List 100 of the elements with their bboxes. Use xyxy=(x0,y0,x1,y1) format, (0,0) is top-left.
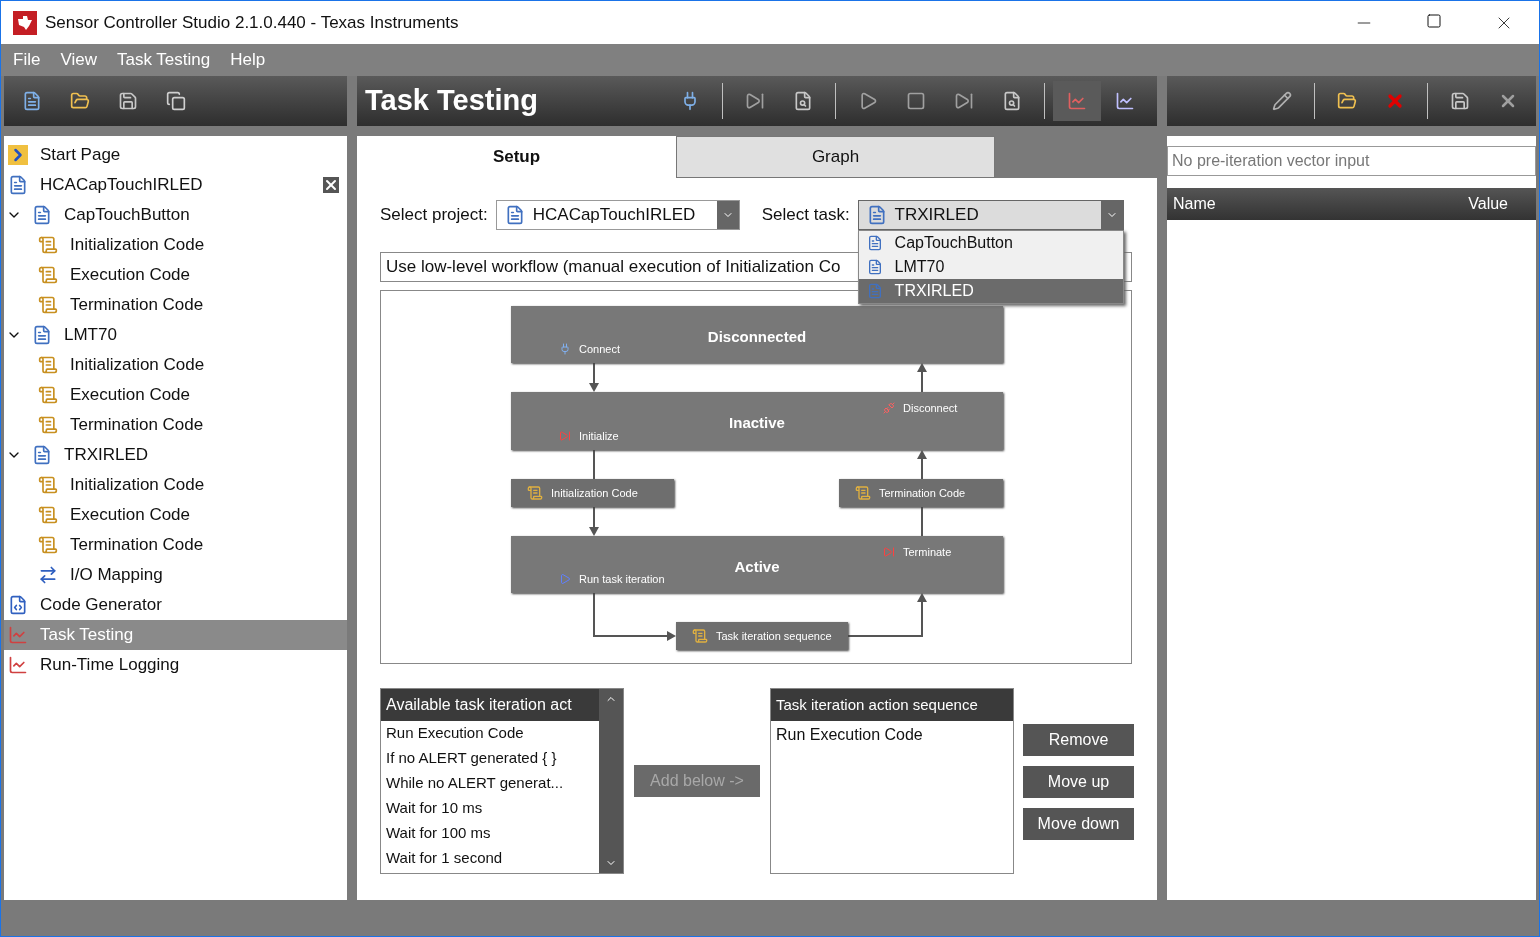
window-title: Sensor Controller Studio 2.1.0.440 - Texas Instruments xyxy=(45,11,459,34)
scroll-icon xyxy=(38,295,58,315)
action-label[interactable]: Run task iteration xyxy=(579,570,665,587)
save-icon[interactable] xyxy=(1450,91,1470,111)
task-dropdown[interactable]: TRXIRLED xyxy=(857,200,1124,230)
step-icon xyxy=(559,429,571,442)
menu-item[interactable]: View xyxy=(60,47,97,73)
tree-item[interactable]: Initialization Code xyxy=(70,352,205,378)
state-title: Disconnected xyxy=(707,327,807,347)
tree-item[interactable]: LMT70 xyxy=(64,322,117,348)
vector-input-field[interactable]: No pre-iteration vector input xyxy=(1167,146,1536,176)
scroll-icon xyxy=(38,505,58,525)
step-icon[interactable] xyxy=(745,91,765,111)
connector-arrow xyxy=(917,363,927,393)
step-icon[interactable] xyxy=(954,91,974,111)
action-label[interactable]: Terminate xyxy=(903,544,952,561)
action-button[interactable]: Move up xyxy=(1023,766,1134,798)
scroll-icon xyxy=(38,535,58,555)
plug-icon xyxy=(559,342,571,355)
edit-icon[interactable] xyxy=(1272,91,1292,111)
dropdown-option[interactable]: CapTouchButton xyxy=(858,231,1123,255)
code-block-label: Termination Code xyxy=(879,485,966,501)
dropdown-option[interactable]: TRXIRLED xyxy=(858,279,1123,303)
document-search-icon[interactable] xyxy=(793,91,813,111)
tree-item[interactable]: Start Page xyxy=(40,142,121,168)
document-icon xyxy=(866,259,883,275)
save-icon[interactable] xyxy=(118,91,138,111)
code-file-icon xyxy=(8,595,28,615)
list-item[interactable]: Wait for 100 ms xyxy=(381,821,599,846)
panel-title: Task Testing xyxy=(365,83,538,119)
tree-item[interactable]: I/O Mapping xyxy=(70,562,163,588)
action-label[interactable]: Connect xyxy=(579,340,620,357)
tree-item[interactable]: Execution Code xyxy=(70,502,191,528)
menu-item[interactable]: File xyxy=(13,47,41,73)
list-item[interactable]: Wait for 10 ms xyxy=(381,796,599,821)
mapping-icon xyxy=(38,565,58,585)
tree-item[interactable]: Initialization Code xyxy=(70,472,205,498)
action-label[interactable]: Initialize xyxy=(579,427,619,444)
document-icon xyxy=(32,205,52,225)
tree-item[interactable]: CapTouchButton xyxy=(64,202,190,228)
document-icon xyxy=(866,283,883,299)
scroll-icon xyxy=(38,415,58,435)
toolbar-toggle[interactable] xyxy=(1053,81,1101,121)
list-item[interactable]: Wait for 1 second xyxy=(381,846,599,871)
folder-icon[interactable] xyxy=(1337,91,1357,111)
scroll-icon xyxy=(527,485,543,501)
folder-icon[interactable] xyxy=(70,91,90,111)
tab[interactable]: Setup xyxy=(357,136,676,178)
stop-icon[interactable] xyxy=(906,91,926,111)
scroll-icon xyxy=(692,628,708,644)
scroll-icon xyxy=(38,235,58,255)
scrollbar[interactable] xyxy=(599,689,623,873)
chart-icon xyxy=(8,625,28,645)
document-search-icon[interactable] xyxy=(1002,91,1022,111)
save-all-icon[interactable] xyxy=(166,91,186,111)
document-icon xyxy=(866,235,883,251)
state-title: Active xyxy=(734,557,780,577)
field-label: Select project: xyxy=(380,204,488,227)
tree-item[interactable]: Run-Time Logging xyxy=(40,652,180,678)
chart-icon[interactable] xyxy=(1115,91,1135,111)
action-button[interactable]: Move down xyxy=(1023,808,1134,840)
list-item[interactable]: Run Execution Code xyxy=(381,721,599,746)
state-title: Inactive xyxy=(729,413,785,433)
scroll-icon xyxy=(38,475,58,495)
list-item[interactable]: While no ALERT generat... xyxy=(381,771,599,796)
tree-item[interactable]: Termination Code xyxy=(70,532,204,558)
list-item[interactable]: If no ALERT generated { } xyxy=(381,746,599,771)
scroll-icon xyxy=(38,355,58,375)
code-block-label: Task iteration sequence xyxy=(716,628,832,644)
column-header[interactable]: Value xyxy=(1468,192,1508,216)
tree-item[interactable]: Code Generator xyxy=(40,592,162,618)
step-icon xyxy=(883,546,895,559)
tree-item[interactable]: Execution Code xyxy=(70,382,191,408)
play-icon[interactable] xyxy=(858,91,878,111)
dropdown-option[interactable]: LMT70 xyxy=(858,255,1123,279)
play-icon xyxy=(559,572,571,585)
unplug-icon xyxy=(883,402,895,415)
tree-item[interactable]: Termination Code xyxy=(70,412,204,438)
action-label[interactable]: Disconnect xyxy=(903,400,958,417)
close-icon[interactable] xyxy=(323,177,339,193)
menu-item[interactable]: Task Testing xyxy=(116,47,211,73)
list-header: Available task iteration act xyxy=(381,689,599,721)
document-icon xyxy=(32,445,52,465)
menu-item[interactable]: Help xyxy=(230,47,266,73)
new-project-icon[interactable] xyxy=(22,91,42,111)
connector-arrow xyxy=(589,362,599,392)
list-header: Task iteration action sequence xyxy=(771,689,1013,721)
tree-item[interactable]: Execution Code xyxy=(70,262,191,288)
scroll-icon xyxy=(38,385,58,405)
column-header[interactable]: Name xyxy=(1173,192,1216,216)
tree-item[interactable]: HCACapTouchIRLED xyxy=(40,172,203,198)
tree-item[interactable]: Termination Code xyxy=(70,292,204,318)
action-button[interactable]: Remove xyxy=(1023,724,1134,756)
list-item[interactable]: Run Execution Code xyxy=(771,721,1013,748)
scroll-icon xyxy=(855,485,871,501)
tree-item[interactable]: Initialization Code xyxy=(70,232,205,258)
tree-item[interactable]: TRXIRLED xyxy=(64,442,149,468)
project-dropdown[interactable]: HCACapTouchIRLED xyxy=(495,200,740,230)
tab[interactable]: Graph xyxy=(676,136,995,178)
project-icon xyxy=(8,175,28,195)
